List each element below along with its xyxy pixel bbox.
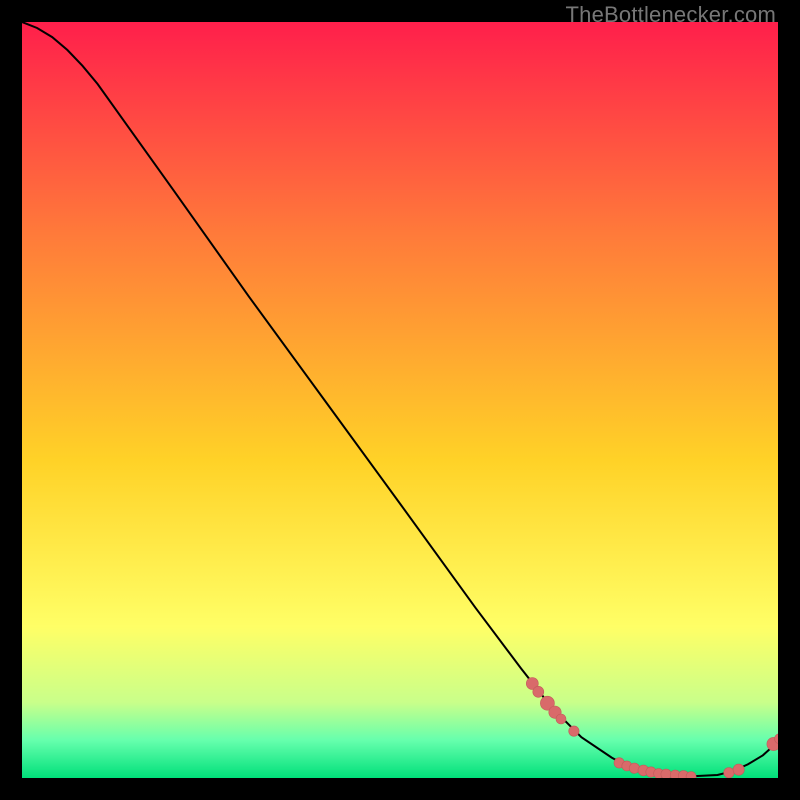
- data-marker: [733, 764, 744, 775]
- plot-area: [22, 22, 778, 778]
- data-marker: [533, 686, 544, 697]
- data-marker: [569, 726, 579, 736]
- data-marker: [724, 768, 734, 778]
- chart-stage: TheBottlenecker.com: [0, 0, 800, 800]
- data-marker: [556, 714, 566, 724]
- chart-svg: [22, 22, 778, 778]
- data-marker: [661, 769, 671, 778]
